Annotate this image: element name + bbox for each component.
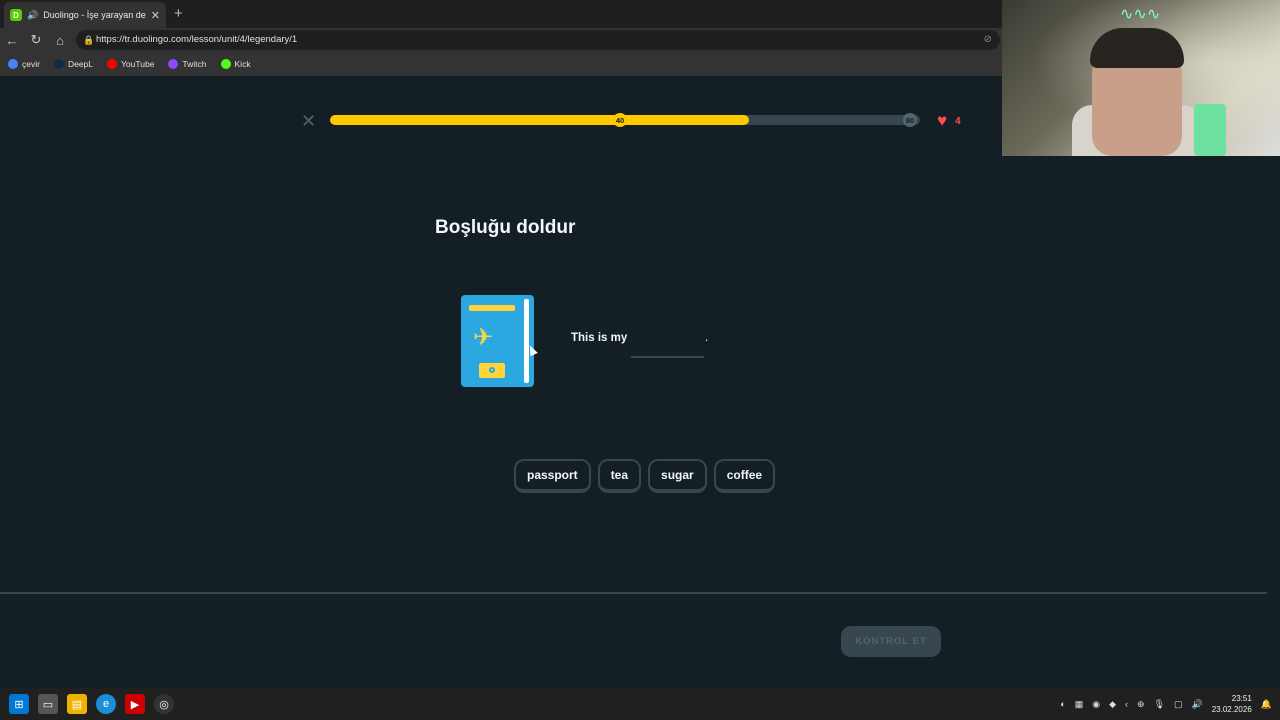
reload-icon[interactable]: ↻ [24,32,48,48]
passport-stripe [469,305,515,311]
deepl-icon [53,59,64,69]
passport-emblem [479,363,505,378]
tab-title: Duolingo - İşe yarayan dersle [43,10,146,20]
tray-app-icon[interactable]: ◆ [1109,699,1116,710]
google-icon [8,59,18,69]
bookmark-youtube[interactable]: YouTube [107,59,154,69]
new-tab-button[interactable]: + [174,5,183,22]
clock[interactable]: 23:51 23.02.2026 [1212,693,1252,715]
progress-fill [330,115,749,125]
network-icon[interactable]: ⊕ [1137,699,1145,710]
microphone-icon[interactable]: 🎙 [1154,699,1165,710]
duolingo-favicon-icon: D [10,9,22,21]
webcam-overlay: ∿∿∿ [1002,0,1280,156]
hearts-counter[interactable]: ♥ 4 [937,111,961,131]
webcam-cup [1194,104,1226,156]
footer-divider [0,592,1267,594]
tray-app-icon[interactable]: ▦ [1075,699,1084,710]
word-option-tea[interactable]: tea [597,459,642,493]
checkpoint-1: 40 [613,113,627,127]
url-text: https://tr.duolingo.com/lesson/unit/4/le… [96,34,298,45]
clock-time: 23:51 [1231,694,1252,703]
tray-app-icon[interactable]: ◉ [1092,699,1100,710]
tray-app-icon[interactable]: ◐ [1060,699,1065,709]
obs-icon[interactable]: ◎ [154,694,174,714]
sentence-end: . [705,332,709,344]
home-icon[interactable]: ⌂ [48,33,72,48]
bookmark-label: DeepL [67,59,94,69]
media-player-icon[interactable]: ▶ [125,694,145,714]
answer-blank[interactable] [631,356,704,358]
kick-icon [220,59,231,69]
bookmark-deepl[interactable]: DeepL [53,59,94,69]
passport-spine [524,299,529,383]
task-view-icon[interactable]: ▭ [38,694,58,714]
tab-duolingo[interactable]: D 🔊 Duolingo - İşe yarayan dersle ✕ [4,2,166,28]
notification-bell-icon[interactable]: 🔔 [1261,699,1272,710]
hearts-count: 4 [955,115,961,127]
neon-sign-icon: ∿∿∿ [1120,6,1161,23]
url-field[interactable]: 🔒 https://tr.duolingo.com/lesson/unit/4/… [76,30,1000,50]
chevron-up-icon[interactable]: ‹ [1125,699,1128,709]
bookmark-label: Kick [234,59,251,69]
bookmark-label: Twitch [182,59,207,69]
display-icon[interactable]: ▢ [1174,699,1183,710]
lock-icon[interactable]: 🔒 [83,30,94,50]
progress-bar: 40 80 [330,113,920,127]
word-option-passport[interactable]: passport [514,459,591,493]
speaker-icon[interactable]: 🔊 [27,10,38,21]
sentence-start: This is my [571,332,628,344]
word-option-sugar[interactable]: sugar [648,459,707,493]
check-button[interactable]: KONTROL ET [841,626,941,657]
lesson-page: ✕ 40 80 ♥ 4 Boşluğu doldur ✈ This is my … [0,76,1280,688]
back-icon[interactable]: ← [0,33,24,48]
edge-browser-icon[interactable]: e [96,694,116,714]
tracking-prevention-icon[interactable]: ⊘ [984,30,992,50]
bookmark-label: çevir [22,59,40,69]
tab-close-icon[interactable]: ✕ [151,9,160,22]
challenge-heading: Boşluğu doldur [435,217,576,238]
webcam-person-hair [1090,28,1184,68]
bookmark-kick[interactable]: Kick [220,59,251,69]
word-bank: passport tea sugar coffee [514,459,776,493]
system-tray: ◐ ▦ ◉ ◆ ‹ ⊕ 🎙 ▢ 🔊 23:51 23.02.2026 🔔 [1060,688,1272,720]
bookmark-label: YouTube [121,59,155,69]
bookmark-çevir[interactable]: çevir [8,59,40,69]
clock-date: 23.02.2026 [1211,705,1252,714]
airplane-icon: ✈ [473,324,494,351]
twitch-icon [168,59,179,69]
file-explorer-icon[interactable]: ▤ [67,694,87,714]
youtube-icon [107,59,118,69]
volume-icon[interactable]: 🔊 [1192,699,1203,710]
word-option-coffee[interactable]: coffee [713,459,776,493]
heart-icon: ♥ [937,111,948,130]
windows-start-icon[interactable]: ⊞ [9,694,29,714]
bookmark-twitch[interactable]: Twitch [168,59,207,69]
passport-illustration: ✈ [461,295,534,387]
close-lesson-icon[interactable]: ✕ [301,111,316,132]
checkpoint-2: 80 [903,113,917,127]
windows-taskbar: ⊞ ▭ ▤ e ▶ ◎ ◐ ▦ ◉ ◆ ‹ ⊕ 🎙 ▢ 🔊 23:51 23.0… [0,688,1280,720]
